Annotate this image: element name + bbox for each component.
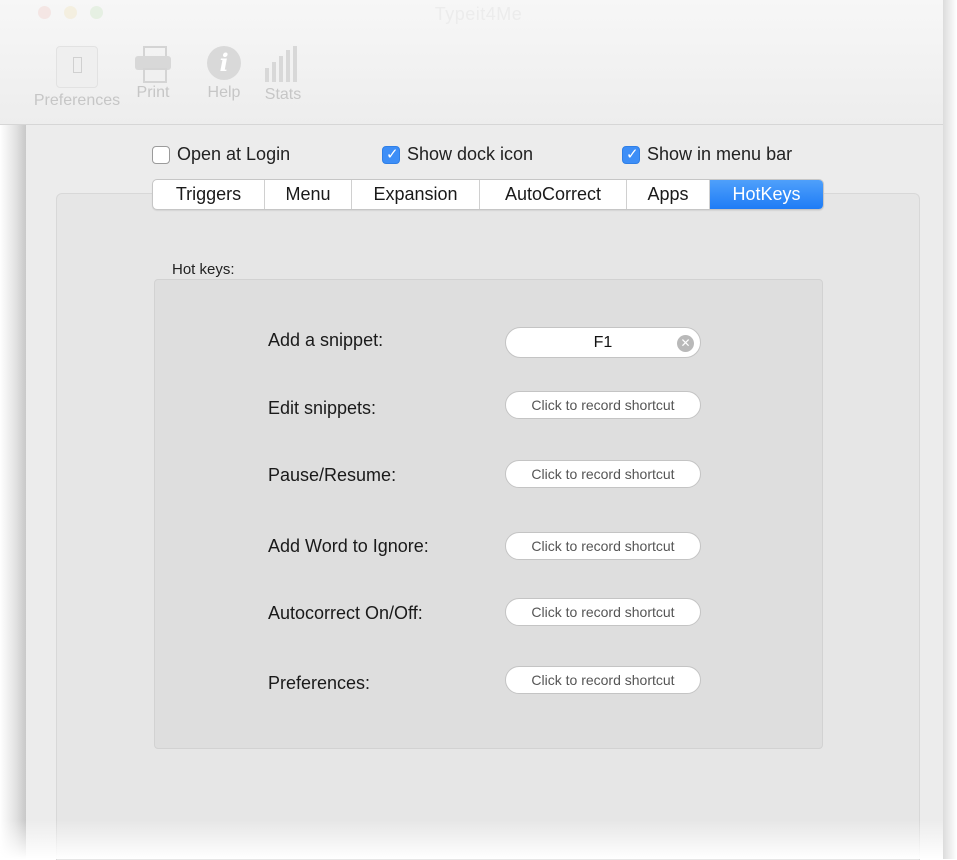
show-dock-icon-label: Show dock icon <box>407 144 534 164</box>
tab-hotkeys[interactable]: HotKeys <box>710 180 823 209</box>
pause-resume-shortcut-field[interactable]: Click to record shortcut <box>505 460 701 488</box>
add-snippet-shortcut-value: F1 <box>593 334 613 351</box>
autocorrect-on-off-label: Autocorrect On/Off: <box>268 603 423 623</box>
pause-resume-label: Pause/Resume: <box>268 465 397 485</box>
preferences-label: Preferences: <box>268 673 371 693</box>
toolbar-print-label: Print <box>136 84 170 101</box>
checkbox-unchecked-icon <box>152 145 170 164</box>
add-word-to-ignore-shortcut-field[interactable]: Click to record shortcut <box>505 532 701 560</box>
tab-menu[interactable]: Menu <box>265 180 352 209</box>
clear-icon[interactable]: ✕ <box>677 335 694 352</box>
tab-expansion[interactable]: Expansion <box>352 180 480 209</box>
toolbar-help-label: Help <box>207 84 241 101</box>
autocorrect-on-off-shortcut-field[interactable]: Click to record shortcut <box>505 598 701 626</box>
toolbar-preferences-label: Preferences <box>33 92 121 109</box>
checkbox-checked-icon <box>622 145 640 164</box>
info-icon: i <box>207 46 241 80</box>
open-at-login-checkbox[interactable]: Open at Login <box>152 144 290 165</box>
toolbar-stats-label: Stats <box>264 86 302 103</box>
bar-chart-icon <box>263 46 303 82</box>
edit-snippets-label: Edit snippets: <box>268 398 377 418</box>
toolbar-help[interactable]: i Help <box>199 46 249 102</box>
hot-keys-group-label: Hot keys: <box>172 261 235 278</box>
preferences-shortcut-field[interactable]: Click to record shortcut <box>505 666 701 694</box>
show-dock-icon-checkbox[interactable]: Show dock icon <box>382 144 533 165</box>
tab-bar: Triggers Menu Expansion AutoCorrect Apps… <box>152 179 824 210</box>
open-at-login-label: Open at Login <box>177 144 291 164</box>
printer-icon <box>135 46 171 83</box>
window-title: Typeit4Me <box>434 4 523 24</box>
preferences-icon <box>56 46 98 88</box>
checkbox-checked-icon <box>382 145 400 164</box>
preferences-window: Typeit4Me Preferences Print i Help Stats <box>0 0 957 860</box>
show-in-menu-bar-label: Show in menu bar <box>647 144 793 164</box>
tab-apps[interactable]: Apps <box>627 180 710 209</box>
tab-triggers[interactable]: Triggers <box>153 180 265 209</box>
hot-keys-group <box>154 279 823 749</box>
add-word-to-ignore-label: Add Word to Ignore: <box>268 536 429 556</box>
toolbar-print[interactable]: Print <box>128 46 178 102</box>
tab-autocorrect[interactable]: AutoCorrect <box>480 180 627 209</box>
title-bar: Typeit4Me Preferences Print i Help Stats <box>0 0 957 125</box>
toolbar-preferences[interactable]: Preferences <box>28 46 126 110</box>
edit-snippets-shortcut-field[interactable]: Click to record shortcut <box>505 391 701 419</box>
show-in-menu-bar-checkbox[interactable]: Show in menu bar <box>622 144 792 165</box>
window-bottom-edge <box>0 820 957 859</box>
toolbar-stats[interactable]: Stats <box>258 46 308 104</box>
add-snippet-label: Add a snippet: <box>268 330 384 350</box>
add-snippet-shortcut-field[interactable]: F1 ✕ <box>505 327 701 358</box>
